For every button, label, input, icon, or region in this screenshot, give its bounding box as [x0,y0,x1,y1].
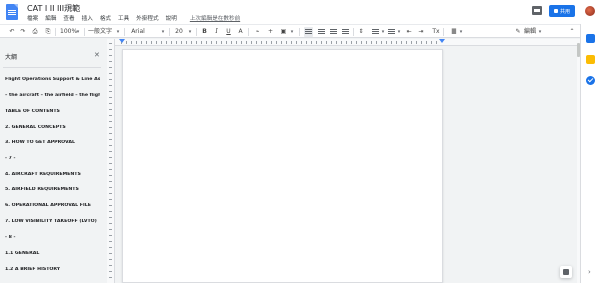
print-icon[interactable]: ⎙ [31,27,39,37]
menu-file[interactable]: 檔案 [27,14,38,22]
avatar[interactable] [585,6,595,16]
menu-edit[interactable]: 編輯 [45,14,56,22]
zoom-select[interactable]: 100% [60,27,77,37]
align-right-icon[interactable] [330,29,337,35]
side-panel [580,24,600,283]
outline-item[interactable]: – the aircraft – the airfield – the flig… [5,93,100,98]
divider [3,67,101,68]
document-title[interactable]: CAT I II III規範 [27,3,80,14]
menu-addons[interactable]: 外掛程式 [136,14,158,22]
chevron-right-icon[interactable]: › [588,268,591,276]
numbered-list-icon[interactable] [372,29,379,35]
menu-tools[interactable]: 工具 [118,14,129,22]
bold-button[interactable]: B [201,27,208,37]
last-edit-link[interactable]: 上次編輯是在數秒前 [190,14,240,22]
document-outline: 大綱 ✕ Flight Operations Support & Line As… [0,39,104,283]
bulleted-list-chevron-down-icon[interactable]: ▾ [396,27,402,37]
clear-format-icon[interactable]: Tx [431,27,441,37]
lock-icon [553,9,558,13]
share-label: 共用 [559,8,570,15]
keep-icon[interactable] [586,55,595,64]
undo-icon[interactable]: ↶ [8,27,16,37]
outline-item[interactable]: 2. GENERAL CONCEPTS [5,125,100,130]
calendar-icon[interactable] [586,34,595,43]
input-tools-chevron-down-icon[interactable]: ▾ [458,27,464,37]
star-icon[interactable]: ☆ [64,2,71,11]
toolbar: ↶ ↷ ⎙ ⎘ 100% ▾ 一般文字 ▾ Arial ▾ 20 ▾ B I U… [0,24,580,38]
outline-item[interactable]: 6. OPERATIONAL APPROVAL FILE [5,203,100,208]
outline-item[interactable]: - 8 - [5,235,100,240]
align-left-icon [305,29,312,35]
horizontal-ruler[interactable] [115,39,577,46]
menu-format[interactable]: 格式 [100,14,111,22]
link-icon[interactable]: ⌁ [253,27,262,37]
outline-item[interactable]: 7. LOW VISIBILITY TAKEOFF (LVTO) [5,219,100,224]
docs-logo-icon[interactable] [6,4,18,20]
mode-chevron-down-icon[interactable]: ▾ [537,27,543,37]
font-select[interactable]: Arial [130,27,146,37]
italic-button[interactable]: I [213,27,220,37]
vertical-ruler[interactable] [107,39,115,283]
outline-title: 大綱 [5,54,18,61]
add-comment-icon[interactable]: + [266,27,275,37]
outline-item[interactable]: TABLE OF CONTENTS [5,109,100,114]
outline-item[interactable]: Flight Operations Support & Line Assista… [5,77,100,82]
underline-button[interactable]: U [225,27,232,37]
share-button[interactable]: 共用 [549,5,575,17]
outline-item[interactable]: 5. AIRFIELD REQUIREMENTS [5,187,100,192]
docs-app: CAT I II III規範 ☆ 檔案 編輯 查看 插入 格式 工具 外掛程式 … [0,0,600,283]
align-center-icon[interactable] [318,29,325,35]
menu-insert[interactable]: 插入 [82,14,93,22]
collapse-menus-icon[interactable]: ⌃ [568,27,576,37]
outline-item[interactable]: - 7 - [5,156,100,161]
close-icon[interactable]: ✕ [94,51,100,59]
indent-icon[interactable]: ⇥ [417,27,425,37]
image-chevron-down-icon[interactable]: ▾ [289,27,295,37]
text-color-button[interactable]: A [237,27,244,37]
document-canvas [115,46,577,283]
zoom-chevron-down-icon[interactable]: ▾ [75,27,81,37]
outdent-icon[interactable]: ⇤ [405,27,413,37]
line-spacing-icon[interactable]: ⇕ [357,27,365,37]
align-left-button[interactable] [304,27,313,37]
comment-history-icon[interactable] [532,6,542,15]
outline-item[interactable]: 1.1 GENERAL [5,251,100,256]
redo-icon[interactable]: ↷ [19,27,27,37]
editing-mode-select[interactable]: 編輯 [524,27,536,37]
right-indent-marker[interactable] [439,39,445,43]
outline-item[interactable]: 1.2 A BRIEF HISTORY [5,267,100,272]
font-size-chevron-down-icon[interactable]: ▾ [187,27,193,37]
left-indent-marker[interactable] [119,39,125,43]
insert-image-icon[interactable]: ▣ [279,27,288,37]
numbered-list-chevron-down-icon[interactable]: ▾ [380,27,386,37]
paint-format-icon[interactable]: ⎘ [44,27,52,37]
menu-bar: 檔案 編輯 查看 插入 格式 工具 外掛程式 說明 上次編輯是在數秒前 [27,14,240,22]
style-select[interactable]: 一般文字 [88,27,112,37]
outline-item[interactable]: 3. HOW TO GET APPROVAL [5,140,100,145]
bulleted-list-icon[interactable] [388,29,395,35]
title-bar: CAT I II III規範 ☆ 檔案 編輯 查看 插入 格式 工具 外掛程式 … [0,0,600,24]
font-chevron-down-icon[interactable]: ▾ [160,27,166,37]
pencil-icon: ✎ [515,28,521,35]
outline-item[interactable]: 4. AIRCRAFT REQUIREMENTS [5,172,100,177]
tasks-icon[interactable] [586,76,595,85]
align-justify-icon[interactable] [342,29,349,35]
explore-button[interactable] [560,266,572,278]
menu-view[interactable]: 查看 [63,14,74,22]
menu-help[interactable]: 說明 [166,14,177,22]
document-page[interactable] [122,49,443,283]
font-size-select[interactable]: 20 [174,27,184,37]
style-chevron-down-icon[interactable]: ▾ [115,27,121,37]
